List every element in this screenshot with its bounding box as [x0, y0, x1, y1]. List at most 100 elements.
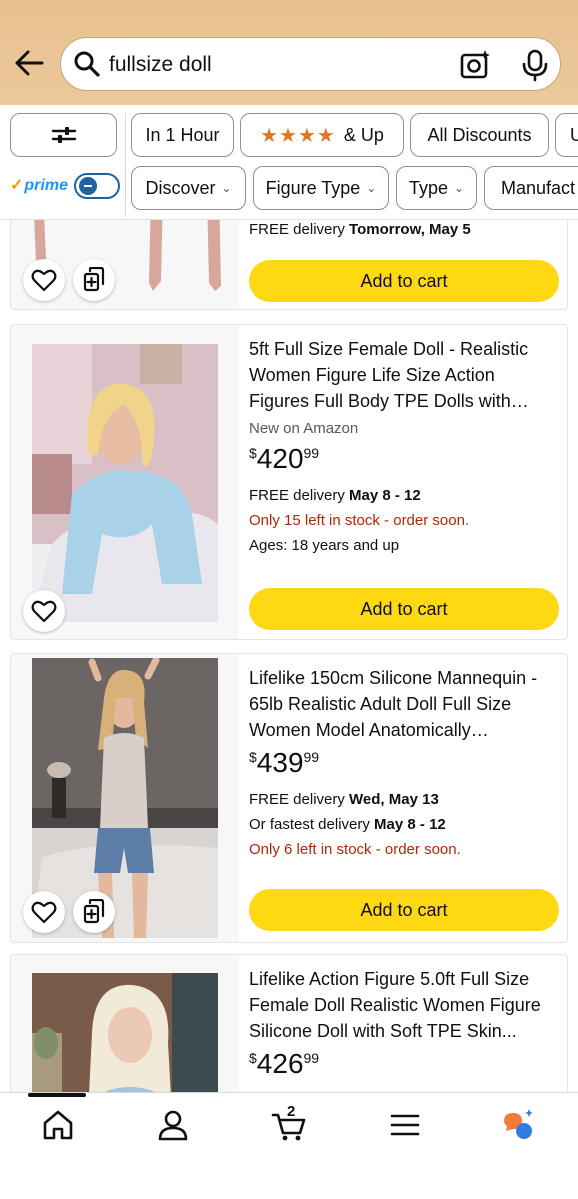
- stars-icon: ★★★★: [260, 124, 336, 147]
- product-title[interactable]: 5ft Full Size Female Doll - Realistic Wo…: [249, 336, 559, 414]
- compare-icon: [83, 267, 105, 292]
- delivery-info: FREE delivery May 8 - 12: [249, 487, 559, 504]
- delivery-date: May 8 - 12: [349, 487, 421, 504]
- filter-manufacturer[interactable]: Manufact: [484, 166, 578, 210]
- stock-warning: Only 15 left in stock - order soon.: [249, 512, 470, 529]
- delivery-prefix: FREE delivery: [249, 487, 350, 504]
- filter-divider: [125, 113, 126, 217]
- filter-label: & Up: [343, 124, 384, 145]
- bottom-navigation: 2: [0, 1092, 578, 1199]
- prime-check-icon: ✓: [10, 177, 24, 194]
- sliders-icon: [51, 127, 76, 143]
- product-price: $43999: [249, 747, 559, 779]
- price-fraction: 99: [303, 749, 320, 765]
- product-card[interactable]: 5ft Full Size Female Doll - Realistic Wo…: [10, 324, 568, 640]
- product-card[interactable]: FREE delivery Tomorrow, May 5 Add to car…: [10, 220, 568, 310]
- filter-label: Discover: [145, 177, 216, 198]
- filter-label: Type: [408, 177, 448, 198]
- rufus-assistant-icon[interactable]: [500, 1107, 536, 1143]
- age-info: Ages: 18 years and up: [249, 537, 400, 554]
- header-bar: fullsize doll: [0, 0, 578, 105]
- price-symbol: $: [249, 445, 257, 461]
- account-icon[interactable]: [155, 1107, 191, 1143]
- delivery-prefix: FREE delivery: [249, 791, 350, 808]
- add-to-cart-button[interactable]: Add to cart: [249, 588, 559, 630]
- wishlist-button[interactable]: [23, 259, 65, 301]
- product-card[interactable]: Lifelike 150cm Silicone Mannequin - 65lb…: [10, 653, 568, 943]
- heart-icon: [31, 600, 57, 623]
- new-badge: New on Amazon: [249, 420, 359, 437]
- fastest-date: May 8 - 12: [374, 816, 446, 833]
- delivery-info: FREE delivery Wed, May 13: [249, 791, 559, 808]
- chevron-down-icon: ⌄: [366, 181, 377, 195]
- product-photo: [32, 658, 218, 938]
- filter-rating[interactable]: ★★★★ & Up: [240, 113, 404, 157]
- add-to-cart-button[interactable]: Add to cart: [249, 889, 559, 931]
- product-price: $42099: [249, 443, 559, 475]
- product-info: FREE delivery Tomorrow, May 5: [249, 221, 559, 238]
- back-arrow-icon[interactable]: [12, 46, 46, 80]
- heart-icon: [31, 269, 57, 292]
- filter-bar: In 1 Hour ★★★★ & Up All Discounts U ✓pri…: [0, 105, 578, 220]
- search-input[interactable]: fullsize doll: [60, 37, 561, 91]
- compare-icon: [83, 899, 105, 924]
- toggle-knob: [79, 177, 97, 195]
- product-card[interactable]: Lifelike Action Figure 5.0ft Full Size F…: [10, 954, 568, 1092]
- filter-label: U: [570, 125, 578, 146]
- price-whole: 426: [256, 1048, 304, 1079]
- compare-button[interactable]: [73, 891, 115, 933]
- product-title[interactable]: Lifelike 150cm Silicone Mannequin - 65lb…: [249, 665, 559, 743]
- product-photo: [32, 344, 218, 622]
- results-list[interactable]: FREE delivery Tomorrow, May 5 Add to car…: [0, 220, 578, 1092]
- filter-more[interactable]: U: [555, 113, 578, 157]
- filter-figure-type[interactable]: Figure Type ⌄: [253, 166, 389, 210]
- compare-button[interactable]: [73, 259, 115, 301]
- filter-label: Figure Type: [265, 177, 361, 198]
- delivery-date: Wed, May 13: [349, 791, 439, 808]
- filter-label: Manufact: [501, 177, 576, 198]
- prime-logo: ✓prime: [10, 175, 68, 195]
- price-fraction: 99: [303, 445, 320, 461]
- home-icon[interactable]: [40, 1107, 76, 1143]
- price-symbol: $: [249, 1050, 257, 1066]
- product-title[interactable]: Lifelike Action Figure 5.0ft Full Size F…: [249, 966, 559, 1044]
- product-image[interactable]: [11, 955, 239, 1092]
- filter-type[interactable]: Type ⌄: [396, 166, 477, 210]
- price-symbol: $: [249, 749, 257, 765]
- price-whole: 420: [256, 443, 304, 474]
- chevron-down-icon: ⌄: [221, 181, 232, 195]
- filter-discover[interactable]: Discover ⌄: [131, 166, 246, 210]
- filter-label: All Discounts: [427, 124, 532, 145]
- filter-all-discounts[interactable]: All Discounts: [410, 113, 549, 157]
- chevron-down-icon: ⌄: [453, 181, 465, 195]
- heart-icon: [31, 901, 57, 924]
- wishlist-button[interactable]: [23, 891, 65, 933]
- active-tab-indicator: [28, 1093, 86, 1097]
- wishlist-button[interactable]: [23, 590, 65, 632]
- stock-warning: Only 6 left in stock - order soon.: [249, 841, 461, 858]
- filter-in-1-hour[interactable]: In 1 Hour: [131, 113, 234, 157]
- search-query: fullsize doll: [109, 53, 212, 76]
- prime-label: prime: [24, 177, 68, 194]
- price-fraction: 99: [303, 1050, 320, 1066]
- product-info: 5ft Full Size Female Doll - Realistic Wo…: [249, 336, 559, 554]
- filter-label: In 1 Hour: [145, 124, 220, 145]
- menu-icon[interactable]: [387, 1107, 423, 1143]
- price-whole: 439: [256, 747, 304, 778]
- fastest-prefix: Or fastest delivery: [249, 816, 375, 833]
- camera-lens-icon[interactable]: [459, 48, 493, 82]
- delivery-prefix: FREE delivery: [249, 221, 350, 238]
- search-icon: [74, 51, 100, 77]
- microphone-icon[interactable]: [519, 48, 551, 82]
- delivery-info: FREE delivery Tomorrow, May 5: [249, 221, 559, 238]
- cart-count-badge: 2: [287, 1103, 296, 1120]
- add-to-cart-button[interactable]: Add to cart: [249, 260, 559, 302]
- fastest-delivery-info: Or fastest delivery May 8 - 12: [249, 816, 559, 833]
- product-info: Lifelike Action Figure 5.0ft Full Size F…: [249, 966, 559, 1080]
- product-price: $42699: [249, 1048, 559, 1080]
- prime-toggle[interactable]: [74, 173, 120, 199]
- delivery-date: Tomorrow, May 5: [349, 221, 471, 238]
- product-photo: [32, 973, 218, 1092]
- filter-settings-button[interactable]: [10, 113, 117, 157]
- product-info: Lifelike 150cm Silicone Mannequin - 65lb…: [249, 665, 559, 858]
